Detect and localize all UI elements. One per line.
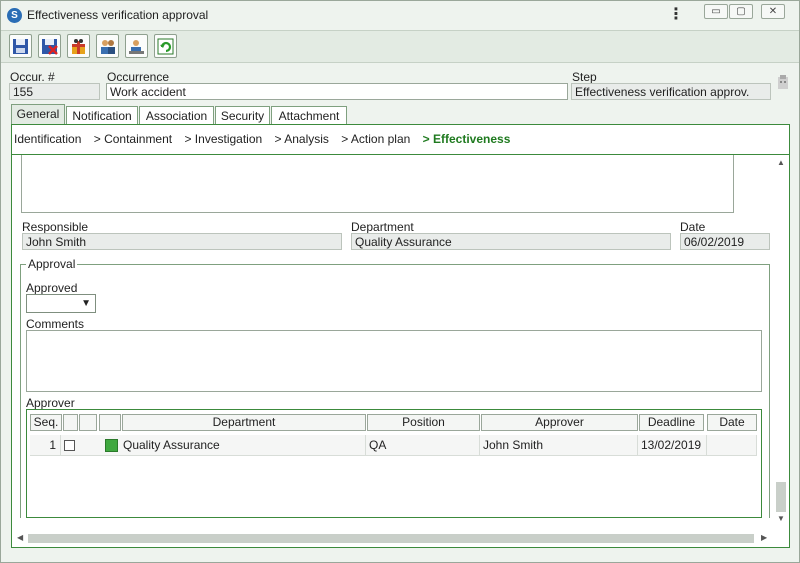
occurrence-number-label: Occur. # — [10, 70, 55, 84]
department-field: Quality Assurance — [351, 233, 671, 250]
horizontal-scroll-thumb[interactable] — [28, 534, 754, 543]
tab-security[interactable]: Security — [215, 106, 270, 126]
building-icon[interactable] — [776, 74, 790, 90]
scroll-right-icon[interactable]: ▶ — [761, 533, 767, 542]
occurrence-field[interactable]: Work accident — [106, 83, 568, 100]
comments-textarea[interactable] — [26, 330, 762, 392]
chevron-down-icon: ▼ — [81, 298, 91, 309]
vertical-scrollbar[interactable]: ▲ — [774, 155, 788, 518]
comments-label: Comments — [26, 317, 85, 331]
app-logo-icon: S — [7, 8, 22, 23]
occurrence-number-field: 155 — [9, 83, 100, 100]
row-department: Quality Assurance — [123, 435, 366, 456]
close-button[interactable]: ✕ — [761, 4, 785, 19]
title-bar: S Effectiveness verification approval ⋮ … — [1, 1, 799, 30]
step-action-plan[interactable]: > Action plan — [341, 132, 410, 146]
date-field: 06/02/2019 — [680, 233, 770, 250]
column-header-deadline[interactable]: Deadline — [639, 414, 704, 431]
row-date — [708, 435, 757, 456]
gift-icon — [72, 39, 85, 54]
scroll-area: Responsible John Smith Department Qualit… — [12, 154, 789, 518]
approved-select[interactable]: ▼ — [26, 294, 96, 313]
approver-label: Approver — [26, 396, 75, 410]
approval-group: Approval Approved ▼ Comments Approver Se… — [20, 257, 770, 518]
row-position: QA — [368, 435, 480, 456]
user-export-icon — [129, 40, 144, 54]
window-title: Effectiveness verification approval — [27, 8, 209, 22]
approval-window: S Effectiveness verification approval ⋮ … — [0, 0, 800, 563]
step-identification[interactable]: Identification — [14, 132, 81, 146]
step-effectiveness[interactable]: > Effectiveness — [423, 132, 511, 146]
row-checkbox[interactable] — [64, 440, 75, 451]
step-analysis[interactable]: > Analysis — [275, 132, 329, 146]
approved-label: Approved — [26, 281, 78, 295]
row-deadline: 13/02/2019 — [640, 435, 707, 456]
save-exit-icon — [42, 39, 58, 55]
general-panel: Identification > Containment > Investiga… — [11, 124, 790, 548]
maximize-button[interactable]: ▢ — [729, 4, 753, 19]
step-containment[interactable]: > Containment — [94, 132, 172, 146]
responsible-field: John Smith — [22, 233, 342, 250]
users-button[interactable] — [96, 34, 119, 58]
row-approver: John Smith — [482, 435, 638, 456]
tab-association[interactable]: Association — [139, 106, 214, 126]
tab-notification[interactable]: Notification — [66, 106, 138, 126]
column-header-position[interactable]: Position — [367, 414, 480, 431]
horizontal-scrollbar[interactable]: ◀ ▶ — [12, 530, 774, 546]
column-header-icon[interactable] — [99, 414, 121, 431]
responsible-label: Responsible — [22, 220, 89, 234]
save-icon — [13, 39, 28, 54]
minimize-button[interactable]: ▭ — [704, 4, 728, 19]
step-field: Effectiveness verification approv. — [571, 83, 771, 100]
toolbar — [1, 30, 799, 63]
users-icon — [101, 40, 115, 54]
arrow-up-icon — [105, 439, 118, 452]
occurrence-label: Occurrence — [107, 70, 170, 84]
step-investigation[interactable]: > Investigation — [184, 132, 262, 146]
step-label: Step — [572, 70, 597, 84]
description-textbox[interactable] — [21, 155, 734, 213]
column-header-blank[interactable] — [79, 414, 97, 431]
breadcrumb: Identification > Containment > Investiga… — [14, 132, 519, 146]
column-header-date[interactable]: Date — [707, 414, 757, 431]
vertical-scroll-thumb[interactable] — [776, 482, 786, 512]
refresh-button[interactable] — [154, 34, 177, 58]
scroll-up-icon[interactable]: ▲ — [777, 158, 785, 167]
department-label: Department — [351, 220, 414, 234]
save-and-exit-button[interactable] — [38, 34, 61, 58]
approval-legend: Approval — [26, 257, 78, 271]
row-seq: 1 — [30, 435, 61, 456]
scroll-down-icon[interactable]: ▼ — [777, 514, 785, 523]
column-header-seq[interactable]: Seq. — [30, 414, 62, 431]
refresh-icon — [157, 38, 174, 55]
gift-button[interactable] — [67, 34, 90, 58]
column-header-department[interactable]: Department — [122, 414, 366, 431]
save-button[interactable] — [9, 34, 32, 58]
scroll-left-icon[interactable]: ◀ — [17, 533, 23, 542]
date-label: Date — [680, 220, 706, 234]
tab-attachment[interactable]: Attachment — [271, 106, 347, 126]
more-options-icon[interactable]: ⋮ — [668, 5, 684, 25]
user-export-button[interactable] — [125, 34, 148, 58]
approver-grid: Seq. Department Position Approver Deadli… — [26, 409, 762, 518]
column-header-approver[interactable]: Approver — [481, 414, 638, 431]
column-header-check[interactable] — [63, 414, 78, 431]
